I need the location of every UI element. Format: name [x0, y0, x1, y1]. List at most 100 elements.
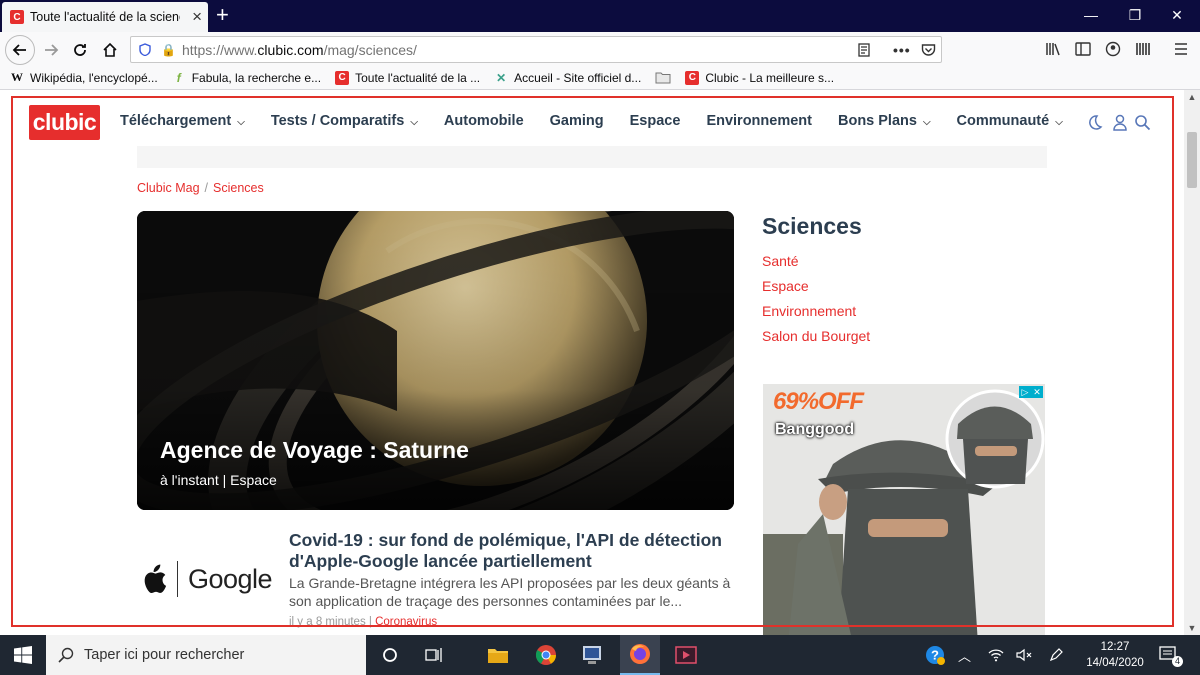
taskbar-search[interactable]: Taper ici pour rechercher [46, 635, 366, 675]
bookmark-wikipedia[interactable]: W Wikipédia, l'encyclopé... [10, 70, 158, 85]
cortana-button[interactable] [370, 635, 410, 675]
breadcrumb-sciences[interactable]: Sciences [213, 181, 264, 195]
scroll-thumb[interactable] [1187, 132, 1197, 188]
pen-icon[interactable] [1048, 635, 1064, 675]
nav-environnement[interactable]: Environnement [706, 113, 812, 129]
browser-titlebar: C Toute l'actualité de la science et × +… [0, 0, 1200, 32]
article-time: il y a 8 minutes [289, 616, 366, 628]
notifications-count: 4 [1172, 656, 1183, 667]
volume-muted-icon[interactable] [1016, 635, 1032, 675]
file-explorer-button[interactable] [478, 635, 518, 675]
nav-gaming[interactable]: Gaming [550, 113, 604, 129]
help-tray-icon[interactable]: ? [924, 635, 946, 675]
ad-info-icon[interactable]: ▷ [1019, 386, 1031, 398]
article-tag[interactable]: Coronavirus [375, 616, 437, 628]
chevron-down-icon: ⌵ [410, 117, 418, 128]
chrome-button[interactable] [526, 635, 566, 675]
url-text[interactable]: https://www.clubic.com/mag/sciences/ [182, 42, 417, 58]
scroll-down-icon[interactable]: ▼ [1184, 621, 1200, 635]
start-button[interactable] [0, 635, 46, 675]
windows-logo-icon [14, 646, 32, 664]
nav-bons-plans[interactable]: Bons Plans ⌵ [838, 113, 931, 129]
bookmark-label: Fabula, la recherche e... [191, 70, 322, 85]
web-page: clubic Téléchargement ⌵ Tests / Comparati… [0, 90, 1184, 635]
hero-article-card[interactable]: Agence de Voyage : Saturne à l'instant |… [137, 211, 734, 510]
bookmark-clubic-sciences[interactable]: C Toute l'actualité de la ... [335, 70, 480, 85]
browser-tab-active[interactable]: C Toute l'actualité de la science et × [2, 2, 208, 32]
lock-icon[interactable]: 🔒 [161, 43, 176, 57]
search-icon[interactable] [1134, 114, 1152, 132]
chrome-icon [535, 645, 557, 665]
window-close-button[interactable]: ✕ [1154, 0, 1200, 30]
bookmark-label: Accueil - Site officiel d... [514, 70, 642, 85]
saturn-image [137, 211, 734, 510]
ad-close-icon[interactable]: ✕ [1031, 386, 1043, 398]
sidebar-icon[interactable] [1074, 40, 1092, 58]
url-bar[interactable]: 🔒 https://www.clubic.com/mag/sciences/ •… [130, 36, 942, 63]
menu-icon[interactable] [1172, 40, 1190, 58]
bookmark-folder[interactable] [655, 71, 671, 84]
minimize-button[interactable]: — [1068, 0, 1114, 30]
user-icon[interactable] [1112, 114, 1130, 132]
clubic-icon: C [685, 70, 700, 85]
firefox-button[interactable] [620, 635, 660, 675]
nav-espace[interactable]: Espace [630, 113, 681, 129]
site-header: clubic Téléchargement ⌵ Tests / Comparati… [12, 96, 1172, 150]
task-view-button[interactable] [414, 635, 454, 675]
article-title[interactable]: Covid-19 : sur fond de polémique, l'API … [289, 530, 739, 572]
sidebar-link-espace[interactable]: Espace [762, 278, 870, 303]
taskbar-clock[interactable]: 12:27 14/04/2020 [1084, 639, 1146, 671]
bookmark-fabula[interactable]: f Fabula, la recherche e... [172, 71, 321, 85]
bookmark-accueil[interactable]: ✕ Accueil - Site officiel d... [494, 71, 641, 85]
sidebar-link-salon-du-bourget[interactable]: Salon du Bourget [762, 328, 870, 353]
clubic-logo[interactable]: clubic [29, 105, 100, 140]
tray-chevron-icon[interactable]: ︿ [958, 635, 971, 675]
dark-mode-icon[interactable] [1086, 114, 1104, 132]
article-meta: il y a 8 minutes | Coronavirus [289, 616, 437, 628]
ad-choices[interactable]: ▷ ✕ [1019, 386, 1043, 398]
forward-button[interactable] [38, 37, 64, 63]
thumbnail-divider [177, 561, 178, 597]
article-thumbnail[interactable]: Google [137, 534, 277, 624]
app-button[interactable] [572, 635, 612, 675]
tracking-shield-icon[interactable] [139, 43, 151, 56]
reload-icon [74, 44, 86, 56]
ad-discount: 69%OFF [773, 388, 864, 415]
home-button[interactable] [97, 37, 123, 63]
nav-tests-comparatifs[interactable]: Tests / Comparatifs ⌵ [271, 113, 418, 129]
media-app-button[interactable] [666, 635, 706, 675]
hero-title[interactable]: Agence de Voyage : Saturne [160, 437, 469, 464]
nav-telechargement[interactable]: Téléchargement ⌵ [120, 113, 245, 129]
nav-automobile[interactable]: Automobile [444, 113, 524, 129]
wikipedia-icon: W [11, 70, 23, 84]
reader-view-icon[interactable] [857, 37, 871, 62]
clock-time: 12:27 [1100, 641, 1130, 653]
library-icon[interactable] [1044, 40, 1062, 58]
sidebar-link-sante[interactable]: Santé [762, 253, 870, 278]
wifi-icon[interactable] [988, 635, 1004, 675]
notifications-button[interactable]: 4 [1158, 635, 1183, 675]
sidebar-link-environnement[interactable]: Environnement [762, 303, 870, 328]
account-icon[interactable] [1104, 40, 1122, 58]
breadcrumb-clubic-mag[interactable]: Clubic Mag [137, 181, 200, 195]
tab-close-icon[interactable]: × [192, 8, 202, 26]
search-placeholder: Taper ici pour rechercher [84, 647, 245, 663]
apple-logo-icon [144, 564, 167, 594]
top-ad-banner [137, 146, 1047, 168]
page-actions-icon[interactable]: ••• [893, 37, 911, 62]
reload-button[interactable] [67, 37, 93, 63]
back-button[interactable] [5, 35, 35, 65]
nav-communaute[interactable]: Communauté ⌵ [957, 113, 1063, 129]
restore-button[interactable]: ❐ [1112, 0, 1158, 30]
scroll-up-icon[interactable]: ▲ [1184, 90, 1200, 104]
sidebar-ad[interactable]: 69%OFF Banggood ▷ ✕ [763, 384, 1045, 635]
windows-taskbar: Taper ici pour rechercher ? ︿ 12:27 14/0… [0, 635, 1200, 675]
new-tab-button[interactable]: + [216, 3, 229, 27]
forward-arrow-icon [45, 44, 59, 56]
pocket-icon[interactable] [921, 37, 936, 62]
main-nav: Téléchargement ⌵ Tests / Comparatifs ⌵ Aut… [120, 113, 1089, 129]
extension-icon[interactable] [1134, 40, 1152, 58]
bookmark-clubic-home[interactable]: C Clubic - La meilleure s... [685, 70, 834, 85]
hero-meta: à l'instant | Espace [160, 472, 277, 488]
page-scrollbar[interactable]: ▲ ▼ [1184, 90, 1200, 635]
